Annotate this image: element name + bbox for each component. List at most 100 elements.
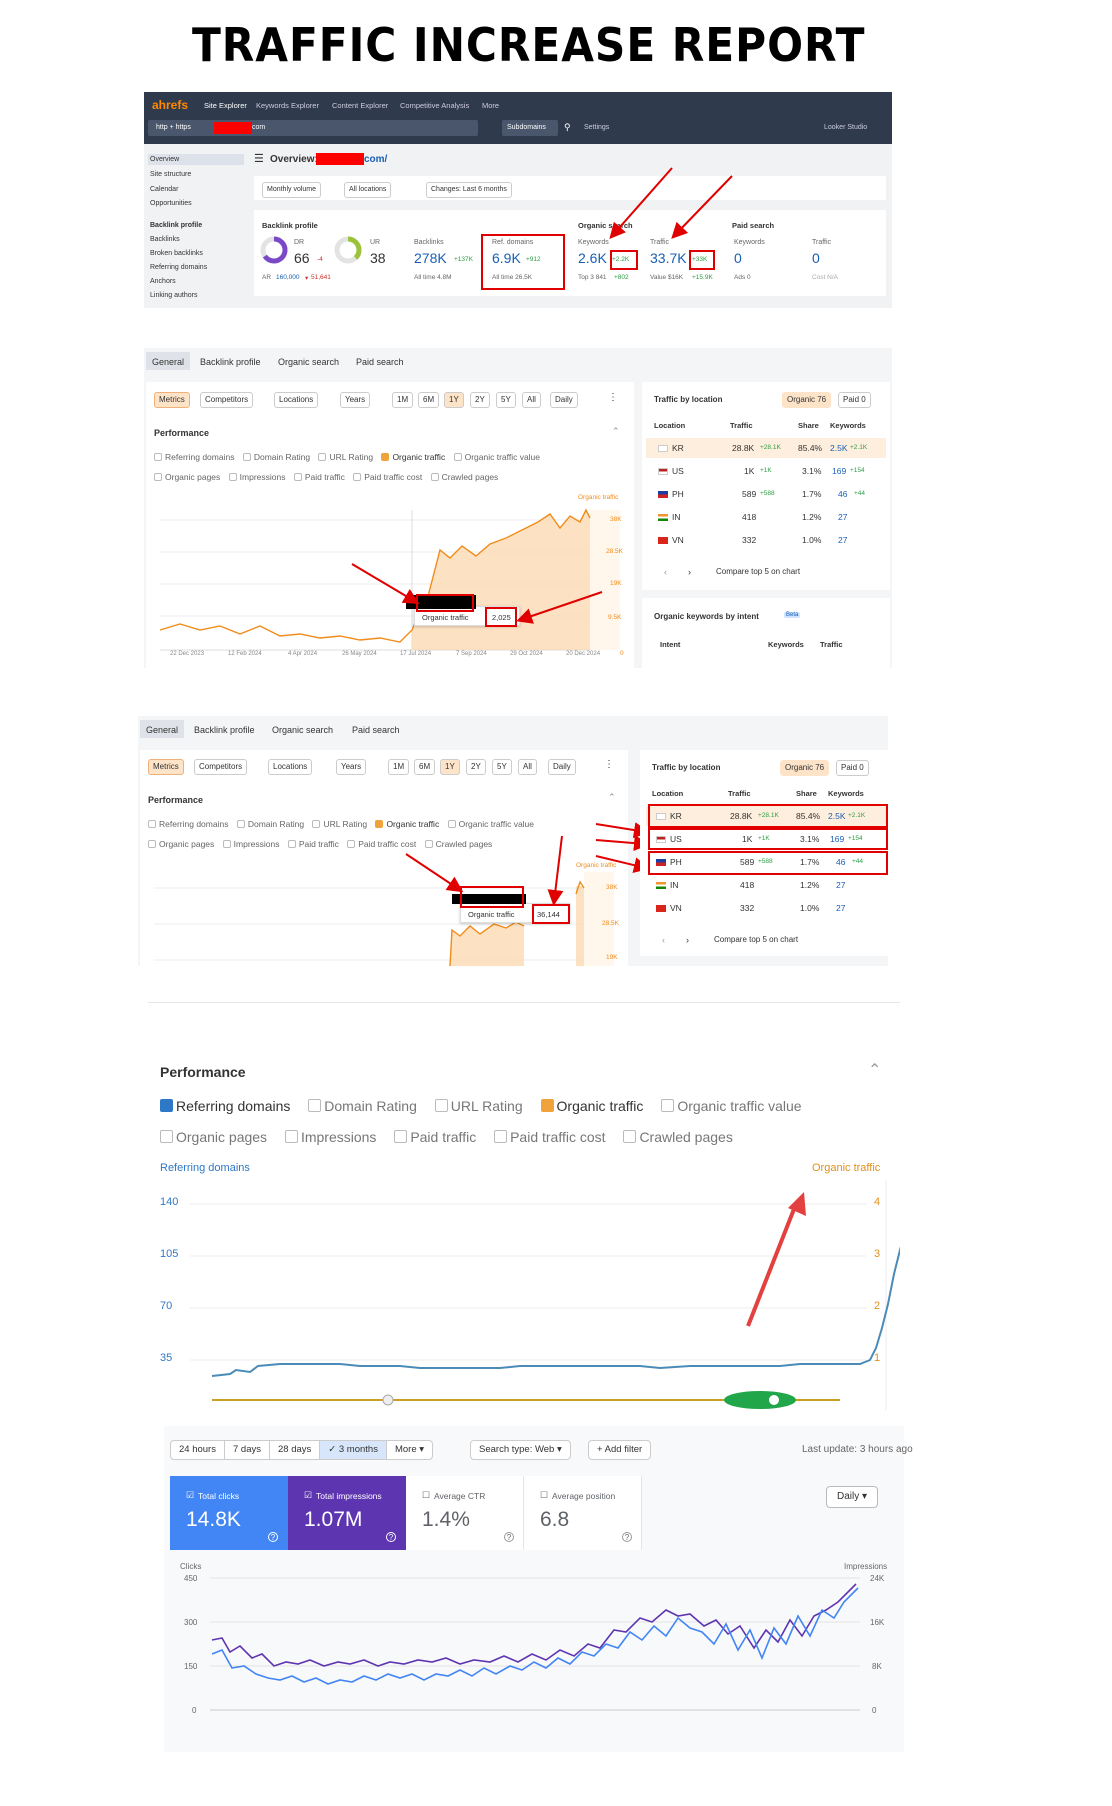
range-all[interactable]: All: [522, 392, 541, 408]
sidebar-item-referring-domains[interactable]: Referring domains: [150, 264, 207, 271]
tab-backlink-profile[interactable]: Backlink profile: [194, 725, 255, 735]
mode-select[interactable]: Subdomains: [502, 120, 558, 136]
loc-row-vn[interactable]: VN 332 1.0% 27: [656, 899, 884, 917]
help-icon[interactable]: ?: [622, 1532, 632, 1542]
range-6m[interactable]: 6M: [418, 392, 440, 408]
range-5y[interactable]: 5Y: [492, 759, 512, 775]
total-clicks-card[interactable]: ☑ Total clicks 14.8K ?: [170, 1476, 288, 1550]
cb-referring-domains[interactable]: Referring domains: [154, 452, 234, 462]
sidebar-item-anchors[interactable]: Anchors: [150, 278, 176, 285]
loc-organic-tab[interactable]: Organic 76: [780, 760, 830, 776]
zoom-cb-crawled-pages[interactable]: Crawled pages: [623, 1129, 733, 1145]
loc-row-kr[interactable]: KR 28.8K +28.1K 85.4% 2.5K +2.1K: [658, 439, 886, 457]
interval-select[interactable]: Daily: [550, 392, 578, 408]
sidebar-group-backlink-profile[interactable]: Backlink profile: [150, 222, 202, 229]
prev-icon[interactable]: ‹: [664, 567, 667, 577]
sidebar-item-calendar[interactable]: Calendar: [150, 186, 178, 193]
keywords-value[interactable]: 2.6K: [578, 250, 607, 266]
cb-crawled-pages[interactable]: Crawled pages: [430, 472, 498, 482]
add-filter-button[interactable]: + Add filter: [588, 1440, 652, 1460]
search-icon[interactable]: ⚲: [564, 122, 571, 133]
sidebar-item-linking-authors[interactable]: Linking authors: [150, 292, 197, 299]
cb-organic-traffic-value[interactable]: Organic traffic value: [453, 452, 540, 462]
collapse-icon[interactable]: ⌃: [612, 426, 620, 437]
nav-site-explorer[interactable]: Site Explorer: [204, 101, 247, 110]
settings-link[interactable]: Settings: [584, 124, 609, 131]
protocol-select[interactable]: http + https: [156, 124, 191, 131]
cb-domain-rating[interactable]: Domain Rating: [242, 452, 310, 462]
range-more[interactable]: More ▾: [387, 1441, 432, 1459]
range-7-days[interactable]: 7 days: [225, 1441, 270, 1459]
cb-paid-traffic[interactable]: Paid traffic: [293, 472, 345, 482]
menu-icon[interactable]: ☰: [254, 152, 264, 165]
next-icon[interactable]: ›: [686, 935, 689, 945]
zoom-cb-referring-domains[interactable]: Referring domains: [160, 1098, 304, 1114]
url-bar[interactable]: [148, 120, 478, 136]
loc-row-in[interactable]: IN 418 1.2% 27: [658, 508, 886, 526]
range-28-days[interactable]: 28 days: [270, 1441, 321, 1459]
loc-row-ph[interactable]: PH 589 +588 1.7% 46 +44: [658, 485, 886, 503]
loc-paid-tab[interactable]: Paid 0: [838, 392, 871, 408]
compare-link[interactable]: Compare top 5 on chart: [716, 567, 800, 576]
sidebar-item-backlinks[interactable]: Backlinks: [150, 236, 180, 243]
cb-url-rating[interactable]: URL Rating: [312, 819, 367, 829]
looker-studio-link[interactable]: Looker Studio: [824, 124, 867, 131]
cb-url-rating[interactable]: URL Rating: [318, 452, 373, 462]
cb-organic-traffic[interactable]: Organic traffic: [381, 452, 445, 462]
cb-organic-pages[interactable]: Organic pages: [148, 839, 214, 849]
cb-paid-traffic[interactable]: Paid traffic: [287, 839, 339, 849]
all-locations-select[interactable]: All locations: [344, 182, 392, 198]
range-2y[interactable]: 2Y: [470, 392, 490, 408]
locations-select[interactable]: Locations: [274, 392, 319, 408]
traffic-value[interactable]: 33.7K: [650, 250, 687, 266]
zoom-cb-organic-traffic[interactable]: Organic traffic: [540, 1098, 658, 1114]
more-options-icon[interactable]: ⋮: [604, 759, 614, 770]
range-all[interactable]: All: [518, 759, 537, 775]
cb-paid-traffic-cost[interactable]: Paid traffic cost: [347, 839, 416, 849]
cb-impressions[interactable]: Impressions: [228, 472, 286, 482]
zoom-cb-organic-traffic-value[interactable]: Organic traffic value: [661, 1098, 802, 1114]
search-type-select[interactable]: Search type: Web ▾: [470, 1440, 571, 1460]
years-select[interactable]: Years: [336, 759, 367, 775]
sidebar-item-broken-backlinks[interactable]: Broken backlinks: [150, 250, 203, 257]
cb-domain-rating[interactable]: Domain Rating: [236, 819, 304, 829]
nav-more[interactable]: More: [482, 101, 499, 110]
loc-row-vn[interactable]: VN 332 1.0% 27: [658, 531, 886, 549]
backlinks-value[interactable]: 278K: [414, 250, 447, 266]
range-6m[interactable]: 6M: [414, 759, 436, 775]
collapse-icon[interactable]: ⌃: [608, 792, 616, 803]
zoom-cb-paid-traffic[interactable]: Paid traffic: [394, 1129, 490, 1145]
competitors-select[interactable]: Competitors: [200, 392, 254, 408]
help-icon[interactable]: ?: [268, 1532, 278, 1542]
help-icon[interactable]: ?: [504, 1532, 514, 1542]
range-24-hours[interactable]: 24 hours: [171, 1441, 225, 1459]
help-icon[interactable]: ?: [386, 1532, 396, 1542]
cb-crawled-pages[interactable]: Crawled pages: [424, 839, 492, 849]
metrics-button[interactable]: Metrics: [154, 392, 190, 408]
interval-select[interactable]: Daily: [548, 759, 576, 775]
loc-row-in[interactable]: IN 418 1.2% 27: [656, 876, 884, 894]
prev-icon[interactable]: ‹: [662, 935, 665, 945]
zoom-cb-organic-pages[interactable]: Organic pages: [160, 1129, 281, 1145]
range-1m[interactable]: 1M: [388, 759, 410, 775]
tab-organic-search[interactable]: Organic search: [272, 725, 333, 735]
sidebar-item-site-structure[interactable]: Site structure: [150, 171, 191, 178]
loc-row-us[interactable]: US 1K +1K 3.1% 169 +154: [658, 462, 886, 480]
zoom-collapse-icon[interactable]: ⌃: [868, 1060, 881, 1080]
tab-paid-search[interactable]: Paid search: [352, 725, 400, 735]
changes-select[interactable]: Changes: Last 6 months: [426, 182, 512, 198]
ahrefs-logo[interactable]: ahrefs: [152, 98, 188, 112]
zoom-cb-url-rating[interactable]: URL Rating: [434, 1098, 537, 1114]
zoom-cb-impressions[interactable]: Impressions: [284, 1129, 390, 1145]
average-ctr-card[interactable]: ☐ Average CTR 1.4% ?: [406, 1476, 524, 1550]
locations-select[interactable]: Locations: [268, 759, 313, 775]
next-icon[interactable]: ›: [688, 567, 691, 577]
range-1y[interactable]: 1Y: [440, 759, 460, 775]
tab-paid-search[interactable]: Paid search: [356, 357, 404, 367]
range-1m[interactable]: 1M: [392, 392, 414, 408]
loc-paid-tab[interactable]: Paid 0: [836, 760, 869, 776]
cb-organic-pages[interactable]: Organic pages: [154, 472, 220, 482]
gsc-interval-select[interactable]: Daily ▾: [826, 1486, 879, 1508]
range-3-months[interactable]: ✓ 3 months: [320, 1441, 387, 1459]
sidebar-item-opportunities[interactable]: Opportunities: [150, 200, 192, 207]
